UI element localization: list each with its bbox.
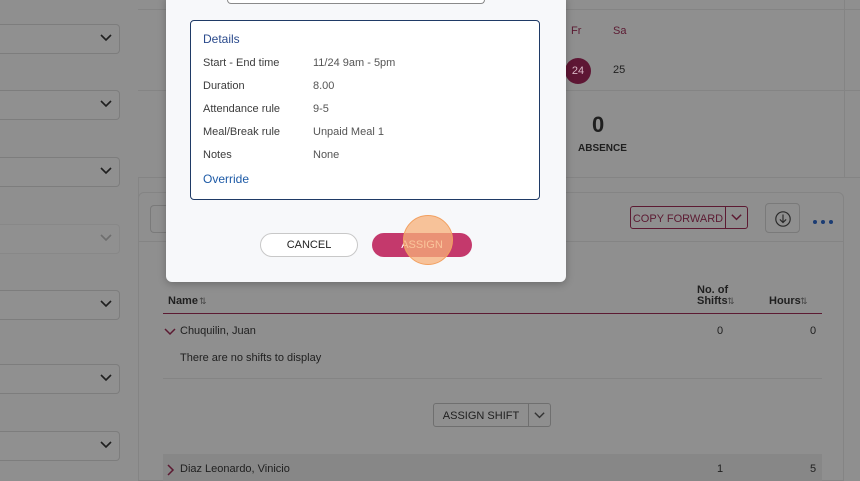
filter-select[interactable] [0,431,120,461]
filter-select[interactable] [0,90,120,120]
filter-select[interactable] [0,157,120,187]
copy-forward-dropdown[interactable] [725,206,748,229]
chevron-down-icon [100,100,112,108]
notes-label: Notes [203,149,232,161]
employee-name[interactable]: Chuquilin, Juan [180,325,256,337]
sort-icon[interactable]: ⇅ [727,296,735,307]
download-button[interactable] [765,203,800,233]
copy-forward-button[interactable]: COPY FORWARD [630,206,726,229]
chevron-down-icon [100,441,112,449]
assign-shift-modal: Details Start - End time 11/24 9am - 5pm… [166,0,566,282]
modal-top-input[interactable] [227,0,485,4]
employee-name[interactable]: Diaz Leonardo, Vinicio [180,463,290,475]
filter-select[interactable] [0,290,120,320]
chevron-down-icon [100,167,112,175]
chevron-down-icon[interactable] [163,325,177,339]
date-25[interactable]: 25 [613,64,625,76]
download-icon [775,211,791,227]
duration-label: Duration [203,80,245,92]
selected-date-24[interactable]: 24 [565,58,591,84]
chevron-down-icon [100,34,112,42]
chevron-down-icon [100,300,112,308]
sort-icon[interactable]: ⇅ [800,296,808,307]
chevron-right-icon[interactable] [163,463,177,477]
override-link[interactable]: Override [203,172,249,186]
copy-forward-label: COPY FORWARD [632,213,724,225]
employee-shifts: 0 [717,325,724,337]
chevron-down-icon [731,214,742,221]
employee-hours: 5 [810,463,817,475]
attendance-rule-label: Attendance rule [203,103,281,115]
meal-break-rule-value: Unpaid Meal 1 [313,126,384,138]
filter-select[interactable] [0,224,120,254]
assign-shift-label: ASSIGN SHIFT [442,410,520,422]
duration-value: 8.00 [313,80,335,92]
column-shifts[interactable]: Shifts [697,295,728,307]
weekday-sa: Sa [613,25,627,37]
notes-value: None [313,149,340,161]
assign-shift-button[interactable]: ASSIGN SHIFT [433,403,529,427]
header-divider [163,313,822,314]
more-horizontal-icon [813,220,833,224]
details-title: Details [203,32,240,46]
chevron-down-icon [534,412,545,419]
more-options-button[interactable] [810,213,836,224]
cancel-button[interactable]: CANCEL [260,233,358,257]
chevron-down-icon [100,234,112,242]
chevron-down-icon [100,374,112,382]
filter-select[interactable] [0,364,120,394]
details-card: Details Start - End time 11/24 9am - 5pm… [190,20,540,200]
meal-break-rule-label: Meal/Break rule [203,126,281,138]
start-end-value: 11/24 9am - 5pm [313,57,396,69]
column-hours[interactable]: Hours [769,295,801,307]
filter-select[interactable] [0,24,120,54]
empty-shifts-message: There are no shifts to display [180,352,322,364]
employee-shifts: 1 [717,463,724,475]
sort-icon[interactable]: ⇅ [199,296,207,307]
start-end-label: Start - End time [203,57,280,69]
row-divider [163,378,822,379]
assign-button[interactable]: ASSIGN [372,233,472,257]
weekday-fr: Fr [571,25,582,37]
absence-count: 0 [592,112,605,137]
absence-label: ABSENCE [578,143,627,154]
column-name[interactable]: Name [168,295,198,307]
assign-shift-dropdown[interactable] [528,403,551,427]
date-24-label: 24 [571,65,585,77]
attendance-rule-value: 9-5 [313,103,329,115]
employee-hours: 0 [810,325,817,337]
filter-sidebar [0,0,139,481]
